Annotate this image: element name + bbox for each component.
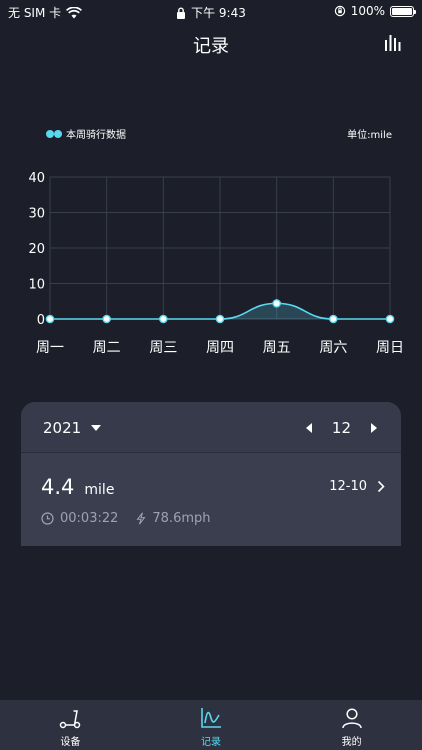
data-point	[272, 299, 281, 308]
date-value: 12-10	[329, 479, 367, 494]
person-icon	[341, 708, 362, 729]
previous-month-icon[interactable]	[305, 423, 312, 433]
orientation-lock-icon	[334, 5, 345, 17]
clock-text: 下午 9:43	[191, 6, 246, 20]
speed-stat: 78.6mph	[136, 511, 211, 526]
y-tick-label: 30	[28, 207, 45, 222]
x-tick-label: 周四	[206, 340, 234, 356]
duration-stat: 00:03:22	[41, 511, 118, 526]
record-distance: 4.4 mile	[41, 475, 114, 499]
record-date: 12-10	[329, 479, 385, 494]
dropdown-arrow-icon	[91, 425, 102, 431]
speed-value: 78.6mph	[152, 511, 211, 526]
x-tick-label: 周五	[263, 340, 291, 356]
chart-icon	[201, 708, 221, 728]
card-header: 2021 12	[21, 402, 401, 452]
page-title: 记录	[193, 36, 229, 57]
data-point	[45, 314, 55, 324]
x-tick-label: 周三	[149, 340, 177, 356]
y-tick-label: 10	[28, 278, 45, 293]
status-bar: 无 SIM 卡 下午 9:43 100%	[0, 0, 422, 22]
unit-label: 单位:mile	[347, 130, 392, 141]
month-navigator: 12	[305, 419, 377, 437]
data-point	[385, 314, 395, 324]
weekly-ride-chart: 0 10 20 30 40 周一 周二 周三 周四 周五 周六 周日	[28, 171, 404, 356]
records-card: 2021 12 4.4 mile 12-10 00:03:22 78.6mph	[21, 402, 401, 546]
x-tick-label: 周二	[93, 340, 121, 356]
record-stats: 00:03:22 78.6mph	[41, 511, 211, 526]
tab-profile[interactable]: 我的	[281, 700, 422, 750]
data-point	[159, 314, 168, 324]
x-tick-label: 周一	[36, 340, 64, 356]
statistics-icon[interactable]	[384, 34, 402, 52]
scooter-icon	[60, 710, 81, 729]
tab-label: 我的	[341, 737, 362, 748]
ride-record-item[interactable]: 4.4 mile 12-10 00:03:22 78.6mph	[21, 453, 401, 546]
y-tick-label: 20	[28, 242, 45, 257]
x-tick-label: 周六	[319, 340, 347, 356]
x-tick-label: 周日	[376, 340, 404, 356]
month-value: 12	[331, 419, 351, 437]
legend-marker-icon	[46, 129, 62, 138]
data-point	[102, 314, 111, 324]
distance-unit: mile	[84, 482, 115, 498]
legend-label: 本周骑行数据	[66, 130, 126, 141]
chart-legend: 本周骑行数据	[46, 126, 126, 141]
distance-value: 4.4	[41, 475, 75, 499]
chevron-right-icon	[377, 480, 385, 493]
data-point	[329, 314, 338, 324]
tab-label: 设备	[60, 737, 81, 748]
lightning-icon	[136, 512, 146, 525]
y-tick-label: 40	[28, 171, 45, 186]
tab-device[interactable]: 设备	[0, 700, 141, 750]
tab-bar: 设备 记录 我的	[0, 700, 422, 750]
tab-label: 记录	[201, 737, 221, 748]
year-selector[interactable]: 2021	[43, 419, 102, 437]
year-value: 2021	[43, 419, 82, 437]
clock-icon	[41, 512, 54, 525]
duration-value: 00:03:22	[60, 511, 119, 526]
status-right: 100%	[334, 4, 416, 18]
next-month-icon[interactable]	[371, 423, 377, 433]
battery-percent: 100%	[350, 4, 385, 18]
lock-icon	[177, 7, 186, 19]
battery-icon	[390, 5, 416, 17]
data-point	[215, 314, 225, 324]
tab-records[interactable]: 记录	[141, 700, 282, 750]
y-tick-label: 0	[37, 313, 45, 328]
